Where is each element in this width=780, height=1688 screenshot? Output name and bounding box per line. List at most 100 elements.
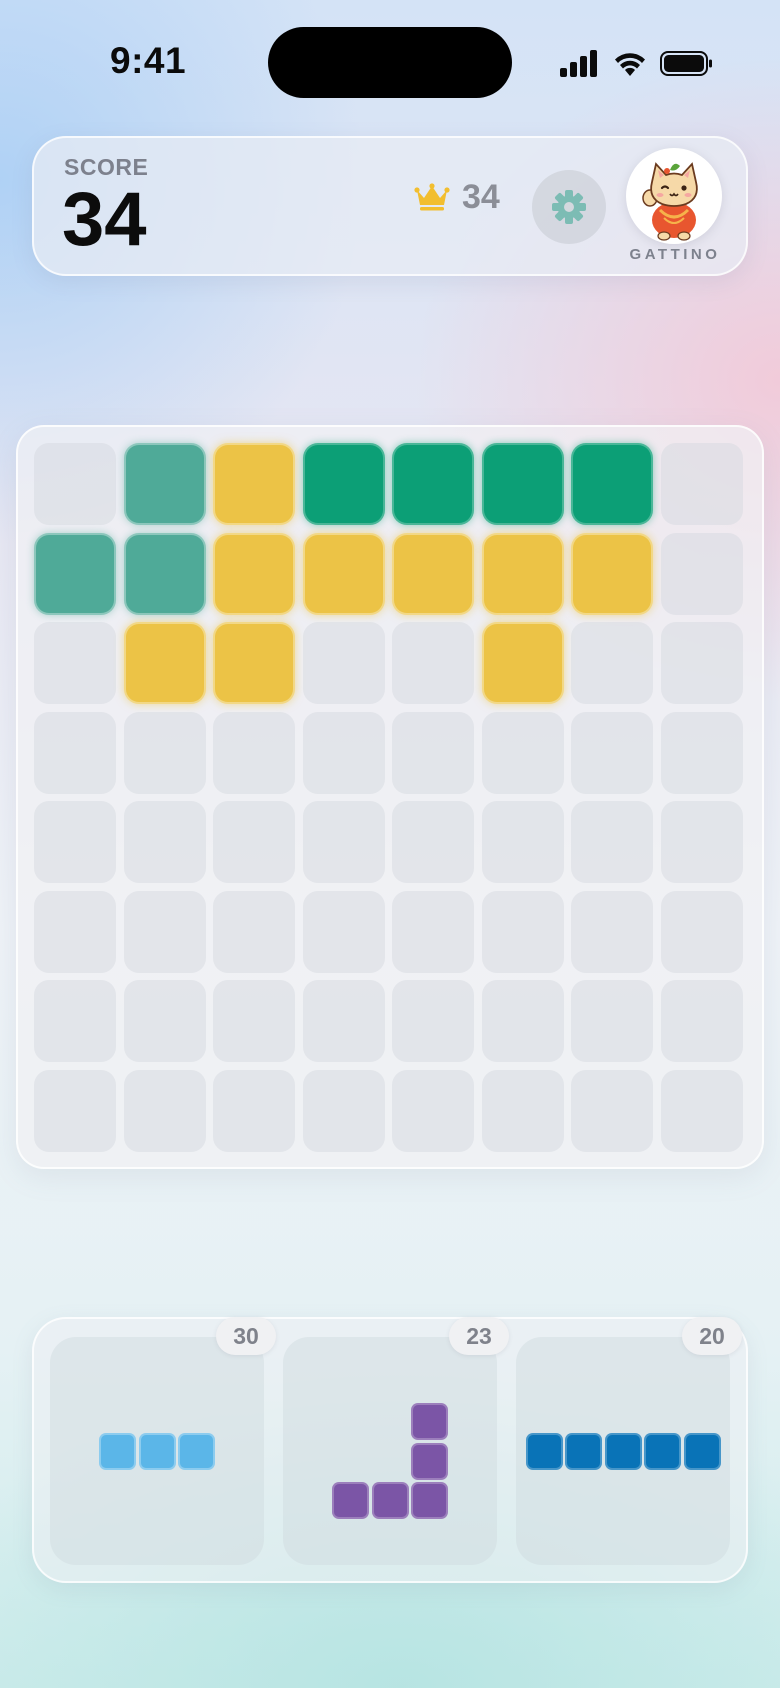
board-cell-filled[interactable] [481, 443, 564, 525]
board-cell-empty[interactable] [34, 890, 116, 973]
board-cell-filled[interactable] [571, 443, 653, 525]
board-cell-empty[interactable] [213, 980, 295, 1062]
board-cell-empty[interactable] [302, 980, 385, 1062]
piece-block [138, 1432, 176, 1470]
board-cell-empty[interactable] [213, 711, 295, 794]
board-cell-empty[interactable] [571, 622, 653, 704]
piece-block [683, 1432, 721, 1470]
best-score: 34 [462, 178, 500, 216]
board-cell-empty[interactable] [34, 1069, 116, 1152]
board-cell-empty[interactable] [571, 980, 653, 1062]
board-cell-empty[interactable] [123, 1069, 206, 1152]
board-cell-empty[interactable] [34, 443, 116, 525]
board-cell-empty[interactable] [571, 711, 653, 794]
board-cell-empty[interactable] [481, 711, 564, 794]
board-cell-filled[interactable] [34, 532, 116, 615]
board-cell-empty[interactable] [302, 801, 385, 883]
board-cell-empty[interactable] [213, 890, 295, 973]
piece-block [644, 1432, 681, 1470]
crown-icon [414, 183, 450, 211]
board-cell-empty[interactable] [481, 980, 564, 1062]
board-cell-empty[interactable] [213, 801, 295, 883]
piece-block [332, 1482, 369, 1519]
board-cell-empty[interactable] [660, 711, 743, 794]
board-cell-empty[interactable] [392, 1069, 474, 1152]
board-cell-empty[interactable] [302, 890, 385, 973]
board-cell-empty[interactable] [660, 890, 743, 973]
board-cell-empty[interactable] [302, 711, 385, 794]
board-cell-filled[interactable] [213, 443, 295, 525]
status-time: 9:41 [110, 40, 187, 81]
game-board[interactable] [16, 425, 764, 1169]
board-cell-empty[interactable] [481, 1069, 564, 1152]
draggable-piece[interactable] [50, 1337, 264, 1565]
score-header: SCORE 34 34 GATTINO [32, 136, 748, 276]
piece-block [411, 1403, 448, 1440]
board-cell-filled[interactable] [123, 622, 206, 704]
board-cell-empty[interactable] [392, 890, 474, 973]
board-cell-empty[interactable] [213, 1069, 295, 1152]
board-cell-empty[interactable] [392, 980, 474, 1062]
status-icons [560, 50, 712, 77]
piece-slot[interactable]: 30 [50, 1317, 276, 1565]
player-name: GATTINO [629, 246, 721, 263]
board-cell-empty[interactable] [123, 890, 206, 973]
board-cell-filled[interactable] [123, 532, 206, 615]
wifi-icon [615, 53, 645, 76]
board-cell-empty[interactable] [392, 711, 474, 794]
board-cell-filled[interactable] [571, 532, 653, 615]
board-cell-empty[interactable] [571, 1069, 653, 1152]
board-cell-empty[interactable] [34, 801, 116, 883]
board-cell-empty[interactable] [660, 622, 743, 704]
piece-slot[interactable]: 20 [516, 1317, 742, 1565]
board-cell-empty[interactable] [302, 622, 385, 704]
board-cell-empty[interactable] [392, 801, 474, 883]
piece-slot[interactable]: 23 [283, 1317, 509, 1565]
piece-block [371, 1482, 409, 1519]
board-cell-filled[interactable] [392, 443, 474, 525]
draggable-piece[interactable] [283, 1337, 497, 1565]
cellular-signal-icon [560, 50, 597, 77]
board-cell-empty[interactable] [571, 801, 653, 883]
piece-block [411, 1482, 448, 1519]
board-cell-filled[interactable] [481, 532, 564, 615]
board-cell-empty[interactable] [481, 801, 564, 883]
board-cell-empty[interactable] [34, 711, 116, 794]
board-cell-empty[interactable] [481, 890, 564, 973]
board-cell-empty[interactable] [34, 980, 116, 1062]
board-cell-empty[interactable] [571, 890, 653, 973]
score-value: 34 [62, 177, 147, 262]
board-cell-filled[interactable] [302, 443, 385, 525]
board-cell-filled[interactable] [213, 532, 295, 615]
board-cell-empty[interactable] [302, 1069, 385, 1152]
board-cell-filled[interactable] [123, 443, 206, 525]
dynamic-island [268, 27, 512, 98]
gear-icon [552, 190, 586, 224]
board-cell-empty[interactable] [123, 801, 206, 883]
cat-avatar-icon [642, 162, 698, 241]
draggable-piece[interactable] [516, 1337, 730, 1565]
battery-icon [660, 51, 712, 76]
board-cell-filled[interactable] [481, 622, 564, 704]
piece-block [99, 1432, 136, 1470]
board-cell-empty[interactable] [660, 443, 743, 525]
piece-block [565, 1432, 602, 1470]
board-cell-empty[interactable] [660, 532, 743, 615]
board-cell-empty[interactable] [123, 980, 206, 1062]
settings-button[interactable] [532, 170, 606, 244]
board-cell-empty[interactable] [392, 622, 474, 704]
board-cell-empty[interactable] [34, 622, 116, 704]
board-cell-empty[interactable] [123, 711, 206, 794]
board-cell-empty[interactable] [660, 980, 743, 1062]
piece-tray: 30 23 20 [32, 1317, 748, 1583]
board-cell-filled[interactable] [392, 532, 474, 615]
board-cell-filled[interactable] [213, 622, 295, 704]
board-cell-empty[interactable] [660, 1069, 743, 1152]
board-cell-filled[interactable] [302, 532, 385, 615]
player-avatar[interactable] [626, 148, 722, 244]
piece-block [525, 1432, 563, 1470]
piece-block [411, 1442, 448, 1480]
piece-block [178, 1432, 215, 1470]
board-cell-empty[interactable] [660, 801, 743, 883]
piece-block [604, 1432, 642, 1470]
